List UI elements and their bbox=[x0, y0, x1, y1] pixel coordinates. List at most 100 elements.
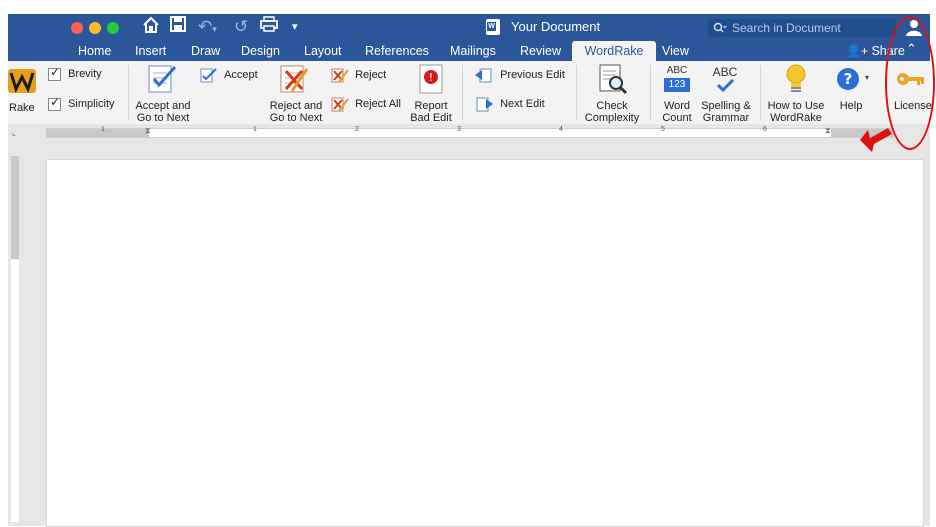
label-line: Spelling & bbox=[701, 100, 751, 112]
abc-text: ABC bbox=[712, 65, 738, 79]
label-line: Reject and bbox=[269, 100, 323, 112]
save-icon[interactable] bbox=[170, 16, 186, 38]
next-edit-label: Next Edit bbox=[500, 97, 545, 110]
label-line: Accept and bbox=[135, 100, 191, 112]
customize-toolbar-icon[interactable]: ▾ bbox=[292, 16, 298, 38]
vertical-ruler[interactable] bbox=[11, 156, 19, 522]
reject-all-button[interactable]: Reject All bbox=[331, 96, 401, 112]
ruler-number: 4 bbox=[559, 126, 563, 133]
lightbulb-icon bbox=[786, 64, 806, 92]
horizontal-ruler[interactable]: 1 1 2 3 4 5 6 ⧗ ⧗ bbox=[46, 126, 894, 138]
ruler-number: 6 bbox=[763, 126, 767, 133]
next-edit-button[interactable]: Next Edit bbox=[474, 96, 545, 112]
ribbon-separator bbox=[650, 65, 651, 120]
reject-button[interactable]: Reject bbox=[331, 67, 386, 83]
redo-icon[interactable]: ↺ bbox=[234, 16, 248, 38]
ribbon-separator bbox=[462, 65, 463, 120]
search-placeholder: Search in Document bbox=[732, 21, 841, 35]
annotation-arrow-icon bbox=[860, 128, 892, 152]
spell-check-icon: ABC bbox=[710, 65, 740, 95]
right-indent-marker-icon[interactable]: ⧗ bbox=[825, 126, 831, 136]
tab-layout[interactable]: Layout bbox=[304, 43, 342, 59]
search-input[interactable]: Search in Document bbox=[708, 19, 896, 37]
help-dropdown-icon[interactable]: ▾ bbox=[865, 73, 869, 82]
ruler-left-margin bbox=[47, 129, 149, 137]
reject-icon bbox=[331, 68, 349, 83]
tab-view[interactable]: View bbox=[662, 43, 689, 59]
tab-stop-selector-icon[interactable]: ⌞ bbox=[12, 128, 16, 137]
how-to-use-wordrake-button[interactable]: How to Use WordRake bbox=[764, 63, 828, 124]
minimize-window-button[interactable] bbox=[89, 22, 101, 34]
search-icon bbox=[713, 22, 727, 33]
ruler-number: 3 bbox=[457, 126, 461, 133]
magnifier-document-icon bbox=[599, 64, 628, 95]
report-icon: ! bbox=[419, 64, 443, 94]
accept-button[interactable]: Accept bbox=[200, 67, 258, 83]
check-complexity-button[interactable]: Check Complexity bbox=[580, 63, 644, 124]
label-line: Report bbox=[414, 100, 448, 112]
tab-design[interactable]: Design bbox=[241, 43, 280, 59]
previous-edit-icon bbox=[475, 68, 492, 83]
label-line: Go to Next bbox=[136, 112, 190, 124]
add-person-icon: 👤+ bbox=[846, 44, 868, 58]
check-complexity-label: Check Complexity bbox=[580, 100, 644, 124]
wordrake-logo-icon bbox=[8, 69, 36, 93]
tab-references[interactable]: References bbox=[365, 43, 429, 59]
undo-icon[interactable]: ↶▾ bbox=[198, 16, 217, 40]
print-icon[interactable] bbox=[260, 16, 278, 38]
how-to-use-label: How to Use WordRake bbox=[764, 100, 828, 124]
label-line: Word bbox=[663, 100, 691, 112]
label-line: Grammar bbox=[702, 112, 750, 124]
reject-go-next-label: Reject and Go to Next bbox=[264, 100, 328, 124]
document-title: Your Document bbox=[511, 19, 601, 34]
simplicity-label: Simplicity bbox=[68, 98, 115, 111]
help-button[interactable]: ? ▾ Help bbox=[832, 63, 876, 123]
tab-review[interactable]: Review bbox=[520, 43, 561, 59]
close-window-button[interactable] bbox=[71, 22, 83, 34]
ruler-number: 1 bbox=[101, 126, 105, 133]
label-line: How to Use bbox=[767, 100, 825, 112]
report-bad-edit-button[interactable]: ! Report Bad Edit bbox=[406, 63, 456, 124]
label-line: Check bbox=[596, 100, 628, 112]
simplicity-checkbox[interactable]: ✓ Simplicity bbox=[48, 95, 115, 111]
ruler-number: 2 bbox=[355, 126, 359, 133]
rake-label: Rake bbox=[9, 102, 35, 114]
help-icon: ? bbox=[837, 68, 859, 90]
ruler-area: ⌞ 1 1 2 3 4 5 6 ⧗ ⧗ bbox=[8, 124, 930, 156]
ruler-number: 1 bbox=[253, 126, 257, 133]
label-line: Count bbox=[662, 112, 692, 124]
report-bad-edit-label: Report Bad Edit bbox=[406, 100, 456, 124]
abc-number: 123 bbox=[664, 78, 690, 92]
tab-wordrake[interactable]: WordRake bbox=[572, 41, 656, 61]
label-line: Go to Next bbox=[269, 112, 323, 124]
zoom-window-button[interactable] bbox=[107, 22, 119, 34]
checkbox-icon: ✓ bbox=[48, 95, 61, 111]
previous-edit-button[interactable]: Previous Edit bbox=[474, 67, 565, 83]
svg-text:?: ? bbox=[844, 70, 853, 88]
reject-all-icon bbox=[331, 97, 349, 112]
accept-and-go-to-next-button[interactable]: Accept and Go to Next bbox=[132, 63, 192, 124]
accept-label: Accept bbox=[224, 68, 258, 81]
title-bar: ↶▾ ↺ ▾ W Your Document Search in Documen… bbox=[8, 14, 930, 41]
indent-marker-icon[interactable]: ⧗ bbox=[145, 126, 151, 136]
reject-document-icon bbox=[280, 65, 309, 93]
tab-draw[interactable]: Draw bbox=[191, 43, 220, 59]
document-page[interactable] bbox=[46, 159, 924, 527]
label-line: Complexity bbox=[584, 112, 640, 124]
reject-and-go-to-next-button[interactable]: Reject and Go to Next bbox=[264, 63, 328, 124]
word-count-button[interactable]: ABC 123 Word Count bbox=[656, 63, 696, 124]
spelling-grammar-button[interactable]: ABC Spelling & Grammar bbox=[696, 63, 754, 124]
previous-edit-label: Previous Edit bbox=[500, 68, 565, 81]
tab-mailings[interactable]: Mailings bbox=[450, 43, 496, 59]
brevity-label: Brevity bbox=[68, 68, 102, 81]
home-icon[interactable] bbox=[142, 16, 160, 40]
rake-button[interactable]: Rake bbox=[8, 65, 36, 123]
tab-home[interactable]: Home bbox=[78, 43, 111, 59]
help-label: Help bbox=[839, 100, 863, 112]
brevity-checkbox[interactable]: ✓ Brevity bbox=[48, 65, 102, 81]
ruler-number: 5 bbox=[661, 126, 665, 133]
ribbon-tab-bar: Home Insert Draw Design Layout Reference… bbox=[8, 41, 930, 61]
tab-insert[interactable]: Insert bbox=[135, 43, 166, 59]
reject-label: Reject bbox=[355, 68, 387, 81]
svg-text:!: ! bbox=[429, 71, 433, 84]
